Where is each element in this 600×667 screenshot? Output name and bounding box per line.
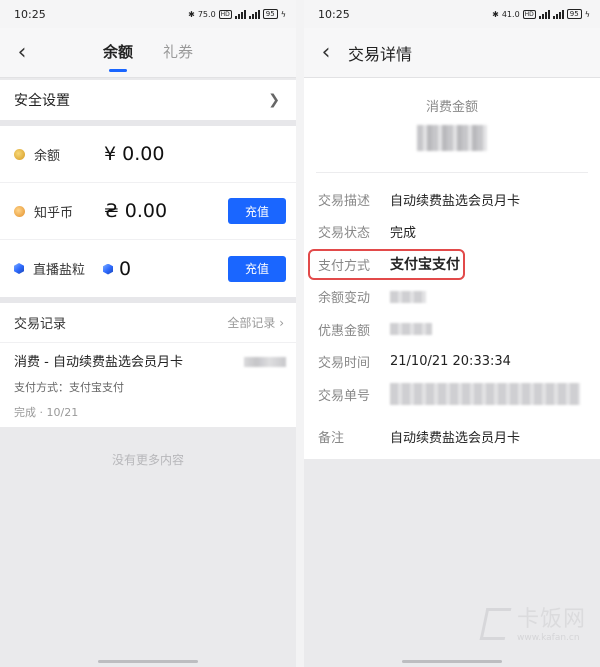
all-records-link[interactable]: 全部记录 › (227, 314, 284, 331)
blurred-value (390, 323, 432, 336)
detail-row-payment-method: 支付方式 支付宝支付 (304, 248, 600, 281)
blurred-value (390, 383, 580, 406)
highlight-box (308, 249, 465, 280)
watermark-text: 卡饭网 (516, 607, 586, 632)
battery-icon: 95 (566, 9, 582, 19)
record-status: 完成 · 10/21 (14, 406, 79, 419)
detail-key: 备注 (318, 431, 345, 447)
signal-icon-2 (248, 9, 260, 19)
detail-row-balance-change: 余额变动 (304, 281, 600, 314)
tab-coupons[interactable]: 礼券 (163, 28, 193, 78)
balance-row: 余额 ¥ 0.00 (0, 126, 296, 183)
detail-key: 交易描述 (318, 193, 371, 209)
recharge-coin-button[interactable]: 充值 (228, 198, 286, 224)
bluetooth-icon: ✱ (492, 9, 499, 19)
transaction-detail-screen: 10:25 ✱ 41.0 HD 95 ϟ ‹ 交易详情 消费金额 交易描述 自动… (304, 0, 600, 667)
home-indicator[interactable] (98, 660, 198, 663)
chevron-right-icon: › (279, 316, 284, 330)
balances-card: 余额 ¥ 0.00 知乎币 ₴ 0.00 充值 直播盐粒 0 充值 (0, 126, 296, 297)
records-header: 交易记录 全部记录 › (0, 303, 296, 343)
network-speed: 41.0 (501, 9, 520, 19)
chevron-right-icon: ❯ (268, 92, 280, 108)
top-nav: ‹ 余额 礼券 (0, 28, 296, 78)
status-bar: 10:25 ✱ 41.0 HD 95 ϟ (304, 0, 600, 28)
detail-value: 自动续费盐选会员月卡 (390, 431, 521, 447)
status-icons: ✱ 75.0 HD 95 ϟ (188, 9, 286, 19)
watermark: 卡饭网 www.kafan.cn (479, 601, 586, 643)
detail-value: 21/10/21 20:33:34 (390, 354, 511, 370)
detail-row-description: 交易描述 自动续费盐选会员月卡 (304, 183, 600, 216)
amount-label: 消费金额 (425, 100, 478, 115)
list-item[interactable]: 消费 - 自动续费盐选会员月卡 支付方式：支付宝支付 完成 · 10/21 (0, 343, 296, 427)
salt-gem-icon (14, 263, 24, 274)
page-title: 交易详情 (348, 44, 413, 64)
recharge-salt-button[interactable]: 充值 (228, 255, 286, 282)
salt-gem-small-icon (103, 263, 113, 275)
salt-label: 直播盐粒 (33, 263, 86, 278)
hd-icon: HD (218, 9, 232, 19)
no-more-label: 没有更多内容 (111, 453, 184, 467)
detail-key: 交易状态 (318, 226, 371, 242)
detail-key: 优惠金额 (318, 323, 371, 339)
charging-icon: ϟ (584, 9, 590, 19)
wallet-screen: 10:25 ✱ 75.0 HD 95 ϟ ‹ 余额 礼券 安全设置 ❯ 余额 ¥… (0, 0, 296, 667)
signal-icon-2 (552, 9, 564, 19)
detail-row-time: 交易时间 21/10/21 20:33:34 (304, 346, 600, 379)
status-time: 10:25 (14, 7, 46, 21)
salt-row: 直播盐粒 0 充值 (0, 240, 296, 297)
detail-row-order-id: 交易单号 (304, 378, 600, 411)
records-title: 交易记录 (14, 317, 67, 332)
bluetooth-icon: ✱ (188, 9, 195, 19)
home-indicator[interactable] (402, 660, 502, 663)
hd-icon: HD (522, 9, 536, 19)
security-settings-row[interactable]: 安全设置 ❯ (0, 80, 296, 120)
detail-key: 交易单号 (318, 388, 371, 404)
blurred-value (390, 290, 426, 303)
tab-balance[interactable]: 余额 (103, 28, 133, 78)
detail-key: 余额变动 (318, 291, 371, 307)
blurred-amount (244, 357, 286, 367)
back-button[interactable]: ‹ (304, 28, 348, 78)
charging-icon: ϟ (280, 9, 286, 19)
signal-icon (234, 9, 246, 19)
status-time: 10:25 (318, 7, 350, 21)
balance-value: ¥ 0.00 (104, 143, 165, 165)
salt-value: 0 (103, 258, 131, 280)
signal-icon (538, 9, 550, 19)
detail-key: 交易时间 (318, 356, 371, 372)
detail-row-discount: 优惠金额 (304, 313, 600, 346)
coin-icon (14, 148, 25, 160)
records-card: 交易记录 全部记录 › 消费 - 自动续费盐选会员月卡 支付方式：支付宝支付 完… (0, 303, 296, 427)
watermark-url: www.kafan.cn (516, 633, 580, 643)
security-settings-label: 安全设置 (14, 93, 70, 109)
tab-bar: 余额 礼券 (0, 28, 296, 78)
network-speed: 75.0 (197, 9, 216, 19)
detail-row-status: 交易状态 完成 (304, 216, 600, 249)
battery-icon: 95 (262, 9, 278, 19)
zhihu-coin-icon (14, 205, 25, 217)
balance-label: 余额 (34, 148, 61, 164)
detail-card: 消费金额 交易描述 自动续费盐选会员月卡 交易状态 完成 支付方式 支付宝支付 … (304, 78, 600, 459)
status-icons: ✱ 41.0 HD 95 ϟ (492, 9, 590, 19)
zhihu-coin-label: 知乎币 (34, 205, 74, 221)
status-bar: 10:25 ✱ 75.0 HD 95 ϟ (0, 0, 296, 28)
record-title: 消费 - 自动续费盐选会员月卡 (14, 355, 183, 370)
kafan-logo-icon (479, 606, 511, 638)
detail-value: 完成 (390, 226, 417, 242)
zhihu-coin-value: ₴ 0.00 (104, 200, 168, 222)
top-nav: ‹ 交易详情 (304, 28, 600, 78)
detail-row-note: 备注 自动续费盐选会员月卡 (304, 421, 600, 454)
blurred-amount (417, 125, 487, 151)
zhihu-coin-row: 知乎币 ₴ 0.00 充值 (0, 183, 296, 240)
detail-value: 自动续费盐选会员月卡 (390, 193, 521, 209)
record-payment: 支付方式：支付宝支付 (14, 381, 124, 394)
